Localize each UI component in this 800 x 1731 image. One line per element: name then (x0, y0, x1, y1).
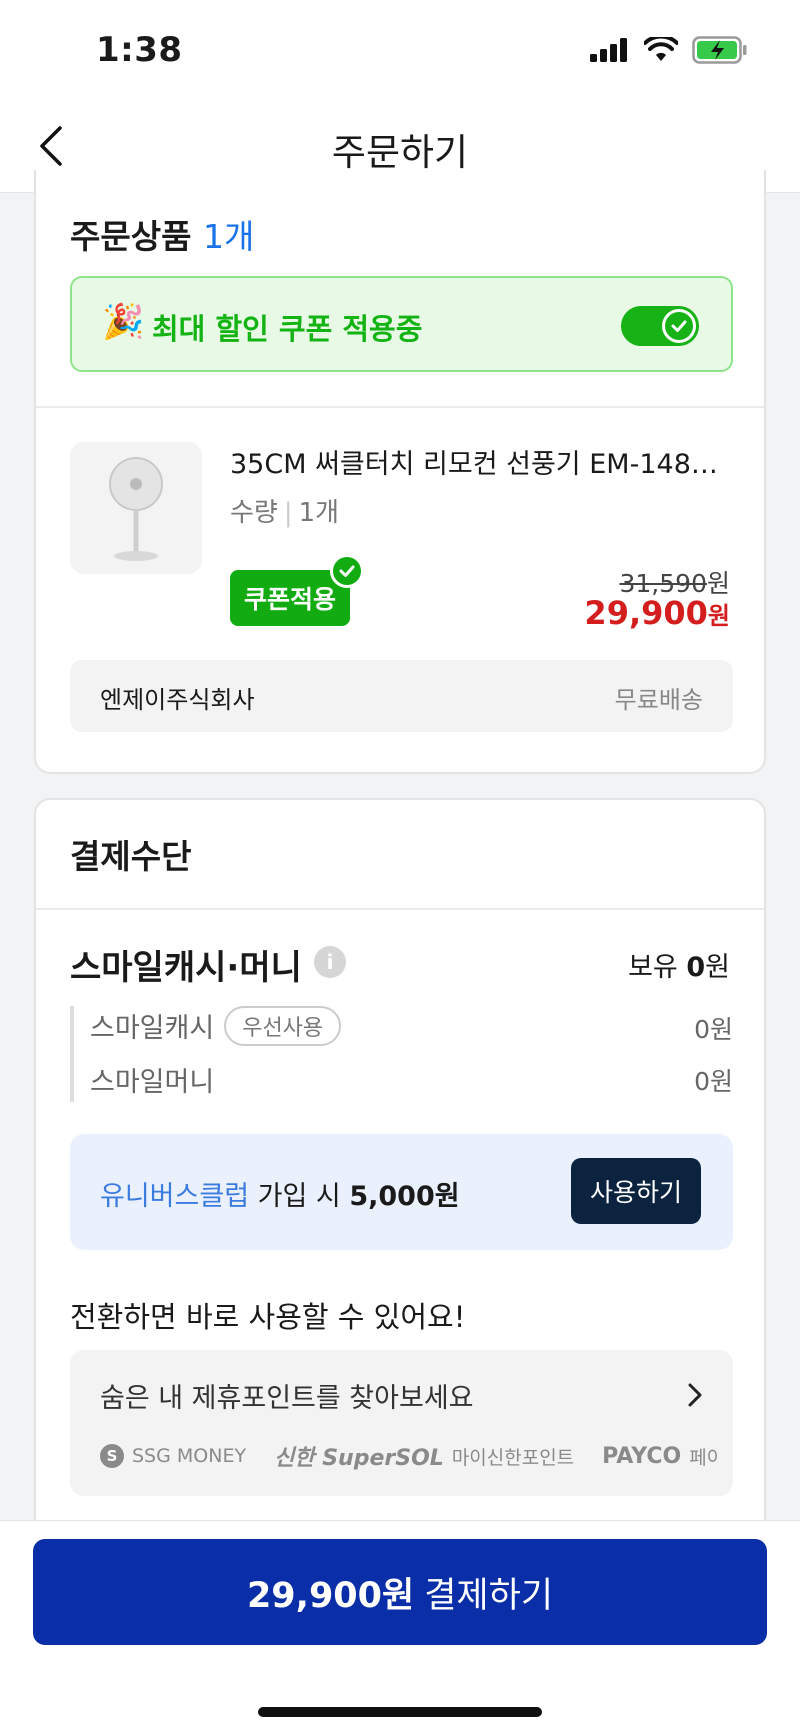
partner-ssg-name: SSG MONEY (132, 1445, 247, 1467)
partner-payco-name: 페이코 (689, 1446, 720, 1469)
shipping-info: 무료배송 (614, 686, 703, 714)
balance-value: 0 (686, 952, 706, 983)
toggle-knob (662, 309, 696, 343)
coupon-banner-label: 최대 할인 쿠폰 적용중 (152, 312, 423, 346)
pay-button[interactable]: 29,900원 결제하기 (33, 1539, 767, 1645)
qty-label: 수량 (230, 498, 278, 528)
payment-section-title: 결제수단 (70, 837, 192, 876)
seller-box: 엔제이주식회사 무료배송 (70, 660, 733, 732)
promo-middle-text: 가입 시 (249, 1181, 350, 1212)
payment-method-card: 결제수단 스마일캐시·머니 i 보유 0원 스마일캐시 우선사용 0원 스마일머니… (34, 798, 766, 1538)
order-count: 1개 (202, 217, 255, 256)
footer: 29,900원 결제하기 (0, 1520, 800, 1731)
fan-image (109, 457, 163, 561)
universe-club-link[interactable]: 유니버스클럽 (100, 1181, 249, 1212)
priority-use-badge[interactable]: 우선사용 (224, 1006, 342, 1046)
coupon-check-badge (330, 554, 364, 588)
order-title-text: 주문상품 (70, 217, 192, 256)
page-title: 주문하기 (331, 131, 469, 174)
final-price: 29,900원 (584, 594, 730, 632)
order-product-card: 주문상품 1개 🎉 최대 할인 쿠폰 적용중 35CM 써클터치 리모컨 선풍기… (34, 170, 766, 774)
order-section-title: 주문상품 1개 (70, 210, 254, 258)
partner-shinhan: 신한 SuperSOL 마이신한포인트 (274, 1440, 574, 1472)
final-price-unit: 원 (707, 602, 730, 630)
partner-payco: PAYCO 페이코 (602, 1443, 720, 1470)
divider (36, 908, 764, 910)
status-bar: 1:38 (0, 0, 800, 100)
promo-amount: 5,000원 (349, 1181, 460, 1212)
info-icon[interactable]: i (314, 946, 346, 978)
universe-club-promo: 유니버스클럽 가입 시 5,000원 사용하기 (70, 1134, 733, 1250)
status-time: 1:38 (96, 30, 183, 70)
coupon-toggle[interactable] (621, 306, 699, 346)
seller-name: 엔제이주식회사 (100, 686, 255, 714)
smile-sub-list: 스마일캐시 우선사용 0원 스마일머니 0원 (70, 1006, 733, 1102)
balance-prefix: 보유 (628, 952, 678, 983)
status-icons (590, 36, 748, 64)
max-coupon-banner: 🎉 최대 할인 쿠폰 적용중 (70, 276, 733, 372)
divider (36, 406, 764, 408)
check-icon (339, 565, 355, 577)
balance-unit: 원 (705, 952, 730, 983)
partner-shinhan-name: 마이신한포인트 (451, 1446, 575, 1469)
shinhan-logo: 신한 SuperSOL (274, 1446, 444, 1471)
party-popper-icon: 🎉 (102, 302, 145, 342)
check-icon (671, 320, 687, 332)
switch-heading: 전환하면 바로 사용할 수 있어요! (70, 1300, 466, 1334)
home-indicator (258, 1707, 542, 1717)
signal-icon (590, 38, 627, 62)
pay-amount: 29,900원 (246, 1575, 415, 1616)
promo-text: 유니버스클럽 가입 시 5,000원 (100, 1174, 460, 1213)
pay-label: 결제하기 (424, 1575, 554, 1616)
smile-cash-row: 스마일캐시 우선사용 (90, 1006, 342, 1046)
partner-ssg: S SSG MONEY (100, 1444, 246, 1468)
final-price-value: 29,900 (584, 594, 708, 632)
smile-balance: 보유 0원 (628, 945, 730, 984)
partner-list: S SSG MONEY 신한 SuperSOL 마이신한포인트 PAYCO 페이… (100, 1440, 720, 1472)
product-quantity: 수량 | 1개 (230, 492, 339, 529)
smile-cash-title: 스마일캐시·머니 (70, 948, 302, 988)
qty-separator: | (283, 498, 293, 528)
smile-cash-value: 0원 (694, 1015, 733, 1044)
qty-value: 1개 (298, 498, 340, 528)
smile-cash-label: 스마일캐시 (90, 1013, 215, 1044)
smile-money-value: 0원 (694, 1067, 733, 1096)
wifi-icon (644, 37, 678, 61)
ssg-icon: S (100, 1444, 124, 1468)
partner-points-box[interactable]: 숨은 내 제휴포인트를 찾아보세요 S SSG MONEY 신한 SuperSO… (70, 1350, 733, 1496)
product-thumbnail[interactable] (70, 442, 202, 574)
chevron-right-icon (688, 1383, 702, 1407)
use-button[interactable]: 사용하기 (571, 1158, 701, 1224)
points-title: 숨은 내 제휴포인트를 찾아보세요 (100, 1383, 474, 1414)
payco-logo: PAYCO (602, 1443, 682, 1469)
battery-charging-icon (692, 36, 747, 64)
smile-money-label: 스마일머니 (90, 1067, 215, 1098)
product-name[interactable]: 35CM 써클터치 리모컨 선풍기 EM-1480S… (230, 442, 730, 481)
